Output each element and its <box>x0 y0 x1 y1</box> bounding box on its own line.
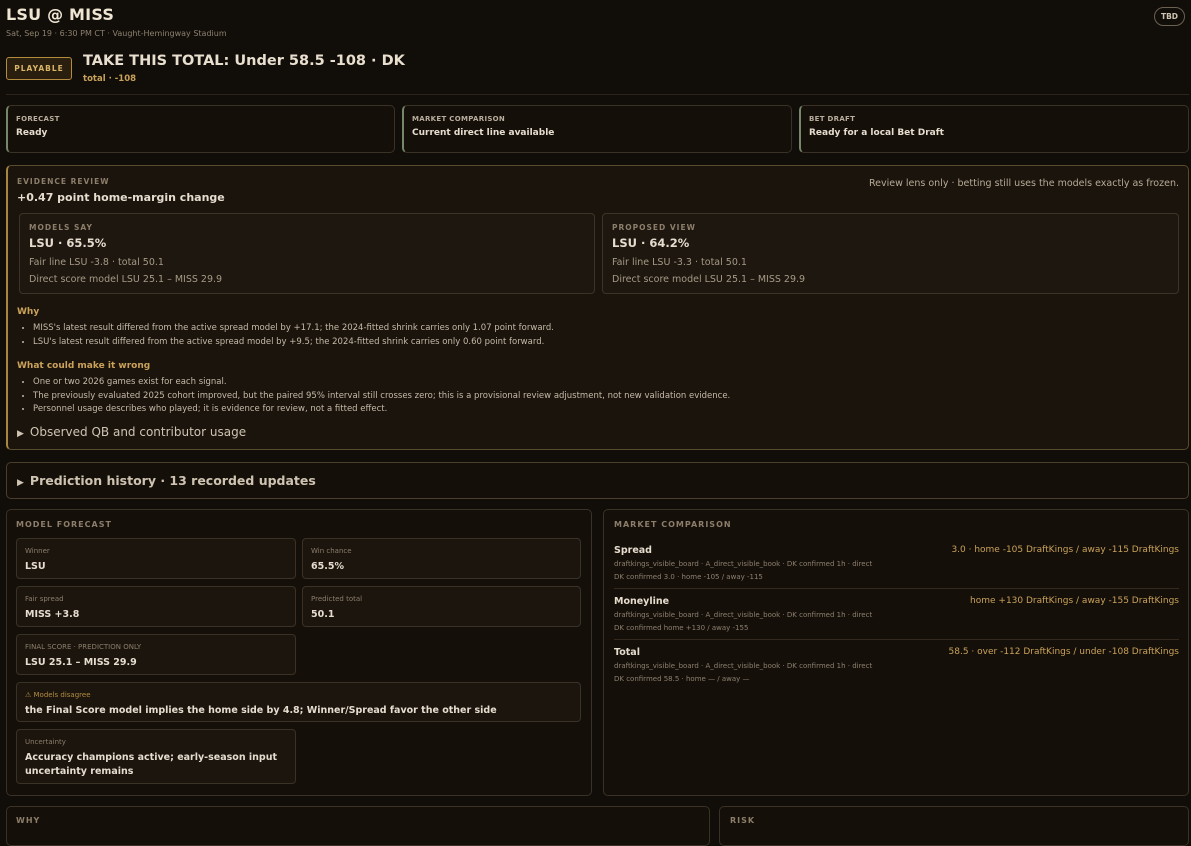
forecast-status-value: Ready <box>16 128 48 138</box>
market-total-confirmed: DK confirmed 58.5 · home — / away — <box>614 675 750 683</box>
market-moneyline-name: Moneyline <box>614 596 670 607</box>
models-disagree-label: ⚠ Models disagree <box>25 691 91 699</box>
evidence-review-note: Review lens only · betting still uses th… <box>868 178 1179 189</box>
win-chance-cell: Win chance 65.5% <box>302 538 581 579</box>
bet-draft-status-value: Ready for a local Bet Draft <box>809 128 944 138</box>
predicted-total-label: Predicted total <box>311 595 363 603</box>
evidence-review-label: EVIDENCE REVIEW <box>17 177 110 186</box>
market-spread-value: 3.0 · home -105 DraftKings / away -115 D… <box>951 545 1179 555</box>
bet-draft-status-card[interactable]: BET DRAFT Ready for a local Bet Draft <box>799 105 1189 153</box>
qb-usage-toggle[interactable]: ▶ Observed QB and contributor usage <box>17 425 246 439</box>
wrong-list: One or two 2026 games exist for each sig… <box>19 376 730 417</box>
prediction-history-summary[interactable]: ▶ Prediction history · 13 recorded update… <box>17 473 316 488</box>
market-spread-confirmed: DK confirmed 3.0 · home -105 / away -115 <box>614 573 763 581</box>
predicted-total-cell: Predicted total 50.1 <box>302 586 581 627</box>
uncertainty-line-1: Accuracy champions active; early-season … <box>25 752 278 763</box>
forecast-status-label: FORECAST <box>16 115 60 123</box>
market-spread-source: draftkings_visible_board · A_direct_visi… <box>614 560 873 568</box>
list-item: MISS's latest result differed from the a… <box>33 322 554 336</box>
header-divider <box>6 94 1189 95</box>
final-score-value: LSU 25.1 – MISS 29.9 <box>25 657 137 668</box>
market-status-label: MARKET COMPARISON <box>412 115 506 123</box>
win-chance-value: 65.5% <box>311 561 344 572</box>
market-status-value: Current direct line available <box>412 128 555 138</box>
pick-detail: total · -108 <box>83 74 137 84</box>
market-status-card: MARKET COMPARISON Current direct line av… <box>402 105 792 153</box>
models-say-direct: Direct score model LSU 25.1 – MISS 29.9 <box>29 274 223 285</box>
triangle-right-icon: ▶ <box>17 478 24 488</box>
game-title: LSU @ MISS <box>6 5 115 24</box>
fair-spread-value: MISS +3.8 <box>25 609 80 620</box>
triangle-right-icon: ▶ <box>17 429 24 439</box>
proposed-view-box: PROPOSED VIEW LSU · 64.2% Fair line LSU … <box>602 213 1179 294</box>
market-divider <box>614 639 1179 640</box>
why-panel-label: WHY <box>16 816 41 825</box>
pick-headline: TAKE THIS TOTAL: Under 58.5 -108 · DK <box>83 53 405 69</box>
playable-badge: PLAYABLE <box>6 57 72 80</box>
why-list: MISS's latest result differed from the a… <box>19 322 554 349</box>
models-say-label: MODELS SAY <box>29 223 93 232</box>
why-panel <box>6 806 710 846</box>
risk-panel <box>719 806 1189 846</box>
prediction-history-label: Prediction history · 13 recorded updates <box>29 473 316 488</box>
uncertainty-cell: Uncertainty Accuracy champions active; e… <box>16 729 296 784</box>
bet-draft-status-label: BET DRAFT <box>809 115 856 123</box>
market-total-source: draftkings_visible_board · A_direct_visi… <box>614 662 873 670</box>
proposed-view-fair-line: Fair line LSU -3.3 · total 50.1 <box>612 257 747 268</box>
uncertainty-value: Accuracy champions active; early-season … <box>25 751 277 779</box>
market-moneyline-value: home +130 DraftKings / away -155 DraftKi… <box>970 596 1179 606</box>
market-moneyline-source: draftkings_visible_board · A_direct_visi… <box>614 611 873 619</box>
proposed-view-direct: Direct score model LSU 25.1 – MISS 29.9 <box>612 274 806 285</box>
why-heading: Why <box>17 307 40 317</box>
winner-value: LSU <box>25 561 46 572</box>
predicted-total-value: 50.1 <box>311 609 335 620</box>
list-item: Personnel usage describes who played; it… <box>33 403 730 417</box>
market-moneyline-confirmed: DK confirmed home +130 / away -155 <box>614 624 749 632</box>
final-score-label: FINAL SCORE · PREDICTION ONLY <box>25 643 142 651</box>
evidence-review-title: +0.47 point home-margin change <box>17 191 225 204</box>
model-forecast-label: MODEL FORECAST <box>16 520 112 529</box>
models-say-pick: LSU · 65.5% <box>29 236 107 250</box>
models-say-box: MODELS SAY LSU · 65.5% Fair line LSU -3.… <box>19 213 595 294</box>
fair-spread-cell: Fair spread MISS +3.8 <box>16 586 296 627</box>
proposed-view-label: PROPOSED VIEW <box>612 223 696 232</box>
list-item: LSU's latest result differed from the ac… <box>33 336 554 350</box>
proposed-view-pick: LSU · 64.2% <box>612 236 690 250</box>
winner-label: Winner <box>25 547 50 555</box>
models-disagree-value: the Final Score model implies the home s… <box>25 705 497 716</box>
list-item: One or two 2026 games exist for each sig… <box>33 376 730 390</box>
list-item: The previously evaluated 2025 cohort imp… <box>33 390 730 404</box>
market-comparison-label: MARKET COMPARISON <box>614 520 732 529</box>
market-total-name: Total <box>614 647 640 658</box>
final-score-cell: FINAL SCORE · PREDICTION ONLY LSU 25.1 –… <box>16 634 296 675</box>
models-say-fair-line: Fair line LSU -3.8 · total 50.1 <box>29 257 164 268</box>
models-disagree-cell: ⚠ Models disagree the Final Score model … <box>16 682 581 722</box>
fair-spread-label: Fair spread <box>25 595 64 603</box>
winner-cell: Winner LSU <box>16 538 296 579</box>
market-total-value: 58.5 · over -112 DraftKings / under -108… <box>948 647 1179 657</box>
qb-usage-label: Observed QB and contributor usage <box>29 425 247 439</box>
game-subtitle: Sat, Sep 19 · 6:30 PM CT · Vaught-Heming… <box>6 29 227 38</box>
win-chance-label: Win chance <box>311 547 352 555</box>
tbd-badge: TBD <box>1154 7 1185 26</box>
risk-panel-label: RISK <box>730 816 756 825</box>
market-spread-name: Spread <box>614 545 652 556</box>
forecast-status-card: FORECAST Ready <box>6 105 395 153</box>
uncertainty-label: Uncertainty <box>25 738 66 746</box>
market-divider <box>614 588 1179 589</box>
uncertainty-line-2: uncertainty remains <box>25 766 134 777</box>
wrong-heading: What could make it wrong <box>17 361 151 371</box>
